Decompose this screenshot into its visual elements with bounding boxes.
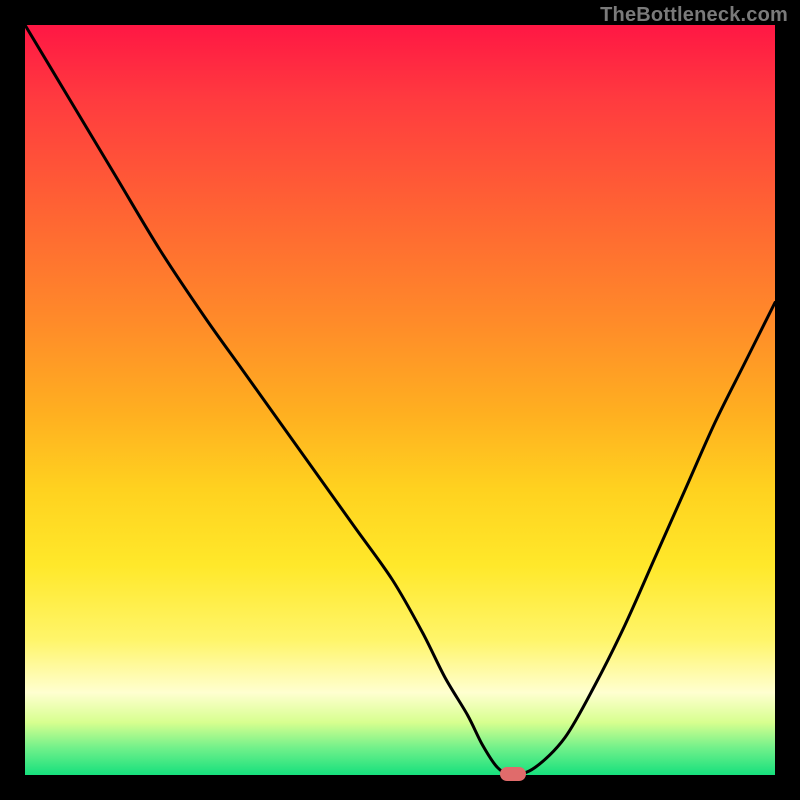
plot-area	[25, 25, 775, 775]
curve-path	[25, 25, 775, 775]
optimal-marker	[500, 767, 526, 781]
watermark-label: TheBottleneck.com	[600, 4, 788, 27]
bottleneck-curve	[25, 25, 775, 775]
chart-frame: TheBottleneck.com	[0, 0, 800, 800]
